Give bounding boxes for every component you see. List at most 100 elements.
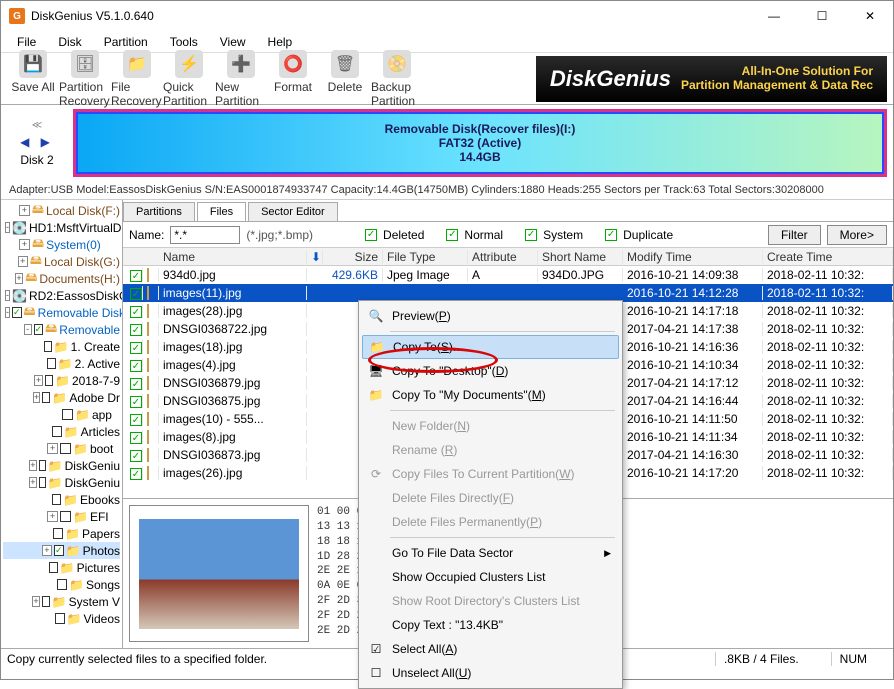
tree-checkbox[interactable] [42, 596, 50, 607]
menu-disk[interactable]: Disk [48, 33, 91, 51]
menu-file[interactable]: File [7, 33, 46, 51]
tree-item[interactable]: +📁DiskGeniu [3, 457, 120, 474]
deleted-checkbox[interactable]: ✓ [365, 229, 377, 241]
menu-item[interactable]: Show Occupied Clusters List [362, 565, 619, 589]
tree-item[interactable]: +✓📁Photos [3, 542, 120, 559]
tool-backup-partition[interactable]: 📀Backup Partition [371, 50, 423, 108]
normal-checkbox[interactable]: ✓ [446, 229, 458, 241]
tree-item[interactable]: +🖴Local Disk(G:) [3, 253, 120, 270]
tree-item[interactable]: +📁Adobe Dr [3, 389, 120, 406]
tab-files[interactable]: Files [197, 202, 246, 221]
tree-item[interactable]: +📁2018-7-9 [3, 372, 120, 389]
menu-item[interactable]: 📁Copy To "My Documents"(M) [362, 383, 619, 407]
tab-sector-editor[interactable]: Sector Editor [248, 202, 338, 221]
menu-partition[interactable]: Partition [94, 33, 158, 51]
expand-icon[interactable]: + [15, 273, 23, 284]
tree-item[interactable]: 📁Songs [3, 576, 120, 593]
tree-item[interactable]: +📁EFI [3, 508, 120, 525]
tree-checkbox[interactable] [39, 460, 46, 471]
row-checkbox[interactable]: ✓ [130, 378, 142, 390]
expand-icon[interactable]: + [18, 256, 28, 267]
expand-icon[interactable]: + [19, 205, 30, 216]
menu-item[interactable]: ☑Select All(A) [362, 637, 619, 661]
row-checkbox[interactable]: ✓ [130, 288, 142, 300]
row-checkbox[interactable]: ✓ [130, 306, 142, 318]
minimize-button[interactable]: — [759, 9, 789, 23]
disk-nav-arrows[interactable]: ◀ ▶ [20, 135, 54, 149]
tree-checkbox[interactable] [60, 443, 71, 454]
tree-checkbox[interactable] [60, 511, 71, 522]
tree-checkbox[interactable] [57, 579, 67, 590]
row-checkbox[interactable]: ✓ [130, 360, 142, 372]
expand-icon[interactable]: - [5, 222, 10, 233]
tree-item[interactable]: 📁Pictures [3, 559, 120, 576]
expand-icon[interactable]: + [29, 477, 36, 488]
system-checkbox[interactable]: ✓ [525, 229, 537, 241]
tree-item[interactable]: +🖴System(0) [3, 236, 120, 253]
tree-checkbox[interactable] [44, 341, 52, 352]
tree-item[interactable]: 📁1. Create [3, 338, 120, 355]
name-filter-input[interactable] [170, 226, 240, 244]
grid-header[interactable]: Name ⬇ Size File Type Attribute Short Na… [123, 248, 893, 266]
duplicate-checkbox[interactable]: ✓ [605, 229, 617, 241]
tree-item[interactable]: 📁app [3, 406, 120, 423]
tree-checkbox[interactable] [52, 494, 61, 505]
tree-item[interactable]: -✓🖴Removable [3, 321, 120, 338]
tool-save-all[interactable]: 💾Save All [7, 50, 59, 108]
tree-checkbox[interactable]: ✓ [12, 307, 22, 318]
expand-icon[interactable]: + [47, 511, 58, 522]
row-checkbox[interactable]: ✓ [130, 396, 142, 408]
row-checkbox[interactable]: ✓ [130, 414, 142, 426]
tree-item[interactable]: 📁Ebooks [3, 491, 120, 508]
tab-partitions[interactable]: Partitions [123, 202, 195, 221]
tree-checkbox[interactable] [52, 426, 61, 437]
tree-item[interactable]: +📁DiskGeniu [3, 474, 120, 491]
tree-checkbox[interactable]: ✓ [54, 545, 64, 556]
menu-item[interactable]: ☐Unselect All(U) [362, 661, 619, 685]
row-checkbox[interactable]: ✓ [130, 324, 142, 336]
menu-view[interactable]: View [210, 33, 256, 51]
tree-checkbox[interactable] [47, 358, 56, 369]
row-checkbox[interactable]: ✓ [130, 342, 142, 354]
expand-icon[interactable]: + [32, 596, 40, 607]
tree-checkbox[interactable] [62, 409, 73, 420]
menu-help[interactable]: Help [258, 33, 303, 51]
tree-item[interactable]: +📁boot [3, 440, 120, 457]
expand-icon[interactable]: + [42, 545, 52, 556]
tree-checkbox[interactable]: ✓ [34, 324, 44, 335]
partition-bar[interactable]: Removable Disk(Recover files)(I:) FAT32 … [73, 109, 887, 177]
more-button[interactable]: More> [827, 225, 887, 245]
tree-checkbox[interactable] [55, 613, 65, 624]
close-button[interactable]: ✕ [855, 9, 885, 23]
tool-file-recovery[interactable]: 📁File Recovery [111, 50, 163, 108]
tree-checkbox[interactable] [42, 392, 50, 403]
expand-icon[interactable]: + [34, 375, 42, 386]
menu-item[interactable]: 🖥Copy To "Desktop"(D) [362, 359, 619, 383]
tool-delete[interactable]: 🗑Delete [319, 50, 371, 108]
menu-tools[interactable]: Tools [160, 33, 208, 51]
expand-icon[interactable]: + [47, 443, 58, 454]
expand-icon[interactable]: + [19, 239, 30, 250]
tree-item[interactable]: +🖴Documents(H:) [3, 270, 120, 287]
tree-item[interactable]: 📁Videos [3, 610, 120, 627]
maximize-button[interactable]: ☐ [807, 9, 837, 23]
row-checkbox[interactable]: ✓ [130, 468, 142, 480]
tree-item[interactable]: -✓🖴Removable Disk( [3, 304, 120, 321]
tree-item[interactable]: 📁2. Active [3, 355, 120, 372]
tree-checkbox[interactable] [49, 562, 58, 573]
tree-item[interactable]: 📁Papers [3, 525, 120, 542]
file-row[interactable]: ✓934d0.jpg429.6KBJpeg ImageA934D0.JPG201… [123, 266, 893, 284]
menu-item[interactable]: Go To File Data Sector▶ [362, 541, 619, 565]
row-checkbox[interactable]: ✓ [130, 450, 142, 462]
menu-item[interactable]: Copy Text : "13.4KB" [362, 613, 619, 637]
tool-quick-partition[interactable]: ⚡Quick Partition [163, 50, 215, 108]
tree-checkbox[interactable] [45, 375, 53, 386]
expand-icon[interactable]: + [29, 460, 36, 471]
expand-icon[interactable]: - [5, 307, 10, 318]
tree-item[interactable]: -💽HD1:MsftVirtualDisk( [3, 219, 120, 236]
expand-icon[interactable]: - [5, 290, 10, 301]
expand-icon[interactable]: + [33, 392, 41, 403]
tool-format[interactable]: ⭕Format [267, 50, 319, 108]
menu-item[interactable]: 📁Copy To(S)... [362, 335, 619, 359]
row-checkbox[interactable]: ✓ [130, 270, 142, 282]
